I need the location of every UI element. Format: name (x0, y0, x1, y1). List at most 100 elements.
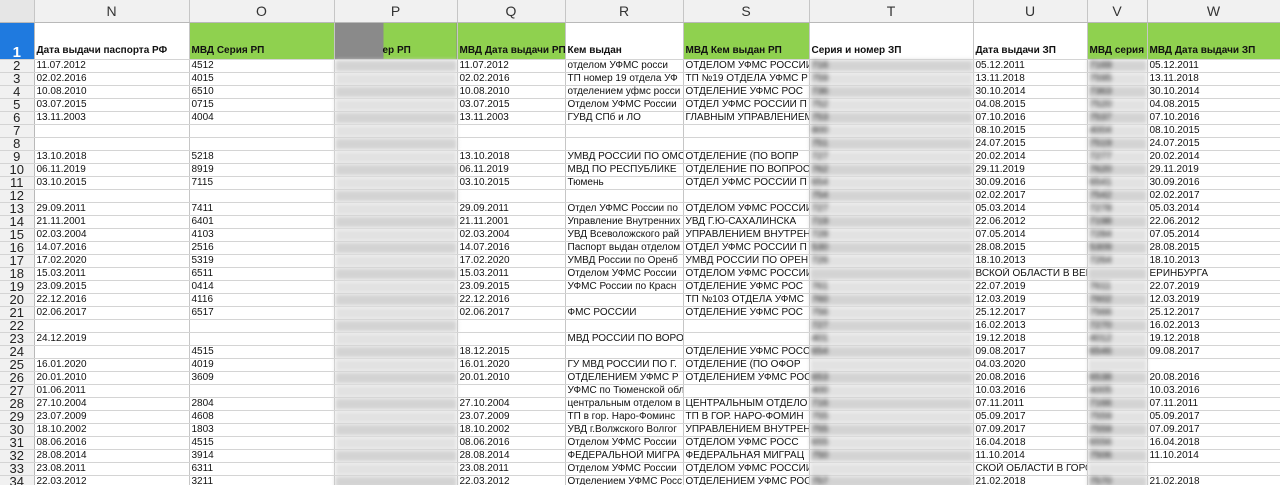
column-header-w[interactable]: W (1147, 0, 1280, 23)
cell-u[interactable]: 13.11.2018 (973, 72, 1088, 86)
cell-w[interactable]: 13.11.2018 (1147, 72, 1280, 86)
cell-r[interactable]: отделением уфмс росси (565, 85, 684, 99)
cell-s[interactable]: ОТДЕЛЕНИЕ УФМС РОС (683, 306, 810, 320)
row-number[interactable]: 16 (0, 241, 35, 255)
cell-s[interactable]: ОТДЕЛОМ УФМС РОССИИ ПО (683, 267, 810, 281)
cell-q[interactable] (457, 384, 566, 398)
cell-n[interactable]: 28.08.2014 (34, 449, 190, 463)
cell-n[interactable] (34, 189, 190, 203)
row-number[interactable]: 11 (0, 176, 35, 190)
cell-s[interactable]: УПРАВЛЕНИЕМ ВНУТРЕН (683, 228, 810, 242)
cell-q[interactable]: 20.01.2010 (457, 371, 566, 385)
cell-o[interactable] (189, 332, 335, 346)
cell-v[interactable]: 7520 (1087, 98, 1148, 112)
cell-s[interactable]: ФЕДЕРАЛЬНАЯ МИГРАЦ (683, 449, 810, 463)
cell-t[interactable]: 653 (809, 371, 974, 385)
cell-p[interactable] (334, 124, 458, 138)
column-header-u[interactable]: U (973, 0, 1088, 23)
cell-o[interactable] (189, 384, 335, 398)
cell-p[interactable] (334, 462, 458, 476)
cell-r[interactable] (565, 293, 684, 307)
row-number[interactable]: 23 (0, 332, 35, 346)
cell-n[interactable]: 23.07.2009 (34, 410, 190, 424)
cell-n[interactable]: 13.11.2003 (34, 111, 190, 125)
cell-t[interactable]: 761 (809, 280, 974, 294)
cell-q[interactable]: 14.07.2016 (457, 241, 566, 255)
cell-s[interactable]: УМВД РОССИИ ПО ОРЕН (683, 254, 810, 268)
cell-u[interactable]: 08.10.2015 (973, 124, 1088, 138)
cell-s[interactable]: ОТДЕЛЕНИЕ (ПО ОФОР (683, 358, 810, 372)
cell-q[interactable] (457, 332, 566, 346)
cell-o[interactable]: 3914 (189, 449, 335, 463)
cell-u[interactable]: 25.12.2017 (973, 306, 1088, 320)
cell-t[interactable]: 727 (809, 202, 974, 216)
cell-s[interactable]: ОТДЕЛОМ УФМС РОССИИ (683, 59, 810, 73)
cell-t[interactable]: 755 (809, 410, 974, 424)
cell-s[interactable] (683, 319, 810, 333)
cell-n[interactable]: 08.06.2016 (34, 436, 190, 450)
cell-q[interactable]: 23.09.2015 (457, 280, 566, 294)
cell-w[interactable]: 10.03.2016 (1147, 384, 1280, 398)
cell-p[interactable] (334, 423, 458, 437)
cell-p[interactable] (334, 319, 458, 333)
cell-u[interactable]: 05.03.2014 (973, 202, 1088, 216)
cell-r[interactable]: отделом УФМС росси (565, 59, 684, 73)
cell-q[interactable]: 16.01.2020 (457, 358, 566, 372)
cell-v[interactable]: 7506 (1087, 449, 1148, 463)
cell-o[interactable] (189, 137, 335, 151)
cell-r[interactable]: Управление Внутренних (565, 215, 684, 229)
cell-r[interactable]: УФМС России по Красн (565, 280, 684, 294)
cell-w[interactable]: 29.11.2019 (1147, 163, 1280, 177)
cell-t[interactable]: 800 (809, 124, 974, 138)
cell-s[interactable] (683, 384, 810, 398)
cell-w[interactable]: 28.08.2015 (1147, 241, 1280, 255)
cell-u[interactable]: 30.09.2016 (973, 176, 1088, 190)
cell-q[interactable]: 22.12.2016 (457, 293, 566, 307)
cell-w[interactable]: 07.11.2011 (1147, 397, 1280, 411)
cell-p[interactable] (334, 449, 458, 463)
cell-p[interactable] (334, 98, 458, 112)
cell-p[interactable] (334, 397, 458, 411)
cell-q[interactable]: 18.12.2015 (457, 345, 566, 359)
row-number[interactable]: 20 (0, 293, 35, 307)
cell-n[interactable]: 03.10.2015 (34, 176, 190, 190)
cell-s[interactable]: УПРАВЛЕНИЕМ ВНУТРЕН (683, 423, 810, 437)
cell-r[interactable]: центральным отделом в (565, 397, 684, 411)
cell-o[interactable]: 7115 (189, 176, 335, 190)
cell-s[interactable]: УВД Г.Ю-САХАЛИНСКА (683, 215, 810, 229)
cell-q[interactable]: 03.10.2015 (457, 176, 566, 190)
cell-q[interactable]: 13.10.2018 (457, 150, 566, 164)
cell-n[interactable] (34, 137, 190, 151)
cell-q[interactable] (457, 137, 566, 151)
cell-w[interactable] (1147, 358, 1280, 372)
cell-u[interactable]: 12.03.2019 (973, 293, 1088, 307)
cell-t[interactable]: 752 (809, 98, 974, 112)
cell-q[interactable] (457, 124, 566, 138)
header-cell-s[interactable]: МВД Кем выдан РП (683, 22, 810, 60)
cell-w[interactable]: 12.03.2019 (1147, 293, 1280, 307)
cell-q[interactable]: 03.07.2015 (457, 98, 566, 112)
cell-n[interactable]: 11.07.2012 (34, 59, 190, 73)
cell-o[interactable]: 4515 (189, 345, 335, 359)
cell-o[interactable]: 5218 (189, 150, 335, 164)
header-cell-r[interactable]: Кем выдан (565, 22, 684, 60)
row-number-selected[interactable]: 1 (0, 22, 35, 60)
cell-u[interactable]: 21.02.2018 (973, 475, 1088, 485)
cell-q[interactable]: 27.10.2004 (457, 397, 566, 411)
cell-w[interactable]: 22.06.2012 (1147, 215, 1280, 229)
cell-w[interactable]: 19.12.2018 (1147, 332, 1280, 346)
cell-v[interactable]: 7537 (1087, 111, 1148, 125)
cell-n[interactable] (34, 124, 190, 138)
cell-n[interactable] (34, 345, 190, 359)
cell-o[interactable]: 1803 (189, 423, 335, 437)
cell-p[interactable] (334, 202, 458, 216)
cell-p[interactable] (334, 384, 458, 398)
cell-w[interactable]: 08.10.2015 (1147, 124, 1280, 138)
cell-s[interactable]: ТП В ГОР. НАРО-ФОМИН (683, 410, 810, 424)
cell-w[interactable]: ЕРИНБУРГА (1147, 267, 1280, 281)
cell-u[interactable]: 20.08.2016 (973, 371, 1088, 385)
row-number[interactable]: 24 (0, 345, 35, 359)
cell-u[interactable]: 28.08.2015 (973, 241, 1088, 255)
cell-o[interactable] (189, 189, 335, 203)
cell-p[interactable] (334, 254, 458, 268)
